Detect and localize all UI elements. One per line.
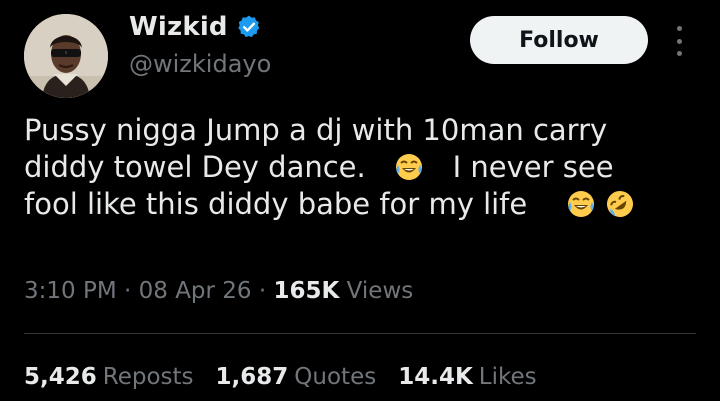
rolling-laughing-emoji-icon bbox=[605, 189, 635, 219]
author-handle[interactable]: @wizkidayo bbox=[129, 50, 271, 78]
tweet-text-segment: fool like this diddy babe for my life bbox=[24, 187, 528, 221]
more-vertical-icon[interactable] bbox=[672, 26, 686, 56]
tweet-text-segment: I never see bbox=[452, 150, 614, 184]
quotes-count: 1,687 bbox=[215, 364, 289, 390]
quotes-stat[interactable]: 1,687 Quotes bbox=[216, 364, 377, 390]
likes-count: 14.4K bbox=[398, 364, 473, 390]
tweet-line-1: Pussy nigga Jump a dj with 10man carry bbox=[24, 112, 704, 149]
author-avatar[interactable] bbox=[24, 14, 108, 98]
meta-separator: · bbox=[124, 278, 132, 304]
tweet-date[interactable]: 08 Apr 26 bbox=[139, 278, 252, 304]
author-name-row: Wizkid bbox=[129, 12, 262, 42]
tweet-line-2: diddy towel Dey dance. I never see bbox=[24, 149, 704, 186]
reposts-label: Reposts bbox=[102, 364, 194, 390]
tweet-line-3: fool like this diddy babe for my life bbox=[24, 186, 704, 223]
tears-of-joy-emoji-icon bbox=[394, 152, 424, 182]
verified-badge-icon[interactable] bbox=[236, 14, 262, 40]
views-label[interactable]: Views bbox=[347, 278, 414, 304]
tweet-text-segment: Pussy nigga Jump a dj with 10man carry bbox=[24, 113, 608, 147]
author-display-name[interactable]: Wizkid bbox=[129, 12, 228, 42]
tears-of-joy-emoji-icon bbox=[566, 189, 596, 219]
tweet-time[interactable]: 3:10 PM bbox=[24, 278, 117, 304]
follow-button[interactable]: Follow bbox=[470, 16, 648, 64]
tweet-text: Pussy nigga Jump a dj with 10man carry d… bbox=[24, 112, 704, 223]
profile-photo-icon bbox=[24, 14, 108, 98]
reposts-stat[interactable]: 5,426 Reposts bbox=[24, 364, 194, 390]
quotes-label: Quotes bbox=[294, 364, 377, 390]
tweet-text-segment: diddy towel Dey dance. bbox=[24, 150, 366, 184]
likes-label: Likes bbox=[478, 364, 537, 390]
reposts-count: 5,426 bbox=[24, 364, 97, 390]
meta-separator: · bbox=[258, 278, 267, 304]
likes-stat[interactable]: 14.4K Likes bbox=[398, 364, 536, 390]
tweet-meta: 3:10 PM · 08 Apr 26 · 165K Views bbox=[24, 278, 413, 304]
views-count[interactable]: 165K bbox=[274, 278, 340, 304]
tweet-stats: 5,426 Reposts 1,687 Quotes 14.4K Likes bbox=[24, 364, 537, 390]
divider bbox=[24, 333, 696, 334]
